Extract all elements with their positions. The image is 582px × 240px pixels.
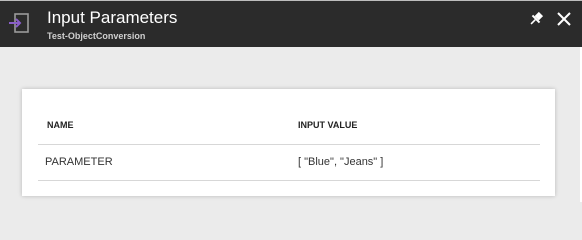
pin-button[interactable] — [527, 10, 545, 28]
close-button[interactable] — [555, 10, 573, 28]
blade-subtitle: Test-ObjectConversion — [47, 31, 146, 41]
input-parameters-icon — [8, 12, 30, 34]
close-icon — [557, 12, 571, 26]
input-parameters-blade: Input Parameters Test-ObjectConversion N… — [0, 0, 582, 202]
column-header-name: NAME — [47, 120, 74, 130]
pin-icon — [530, 11, 544, 25]
blade-header: Input Parameters Test-ObjectConversion — [0, 1, 582, 47]
parameter-name-cell: PARAMETER — [45, 156, 113, 168]
row-divider — [38, 180, 540, 181]
blade-title: Input Parameters — [47, 8, 178, 27]
column-header-input-value: INPUT VALUE — [298, 120, 358, 130]
parameters-card: NAME INPUT VALUE PARAMETER [ "Blue", "Je… — [22, 89, 555, 196]
table-row[interactable]: PARAMETER [ "Blue", "Jeans" ] — [38, 145, 540, 180]
parameter-value-cell: [ "Blue", "Jeans" ] — [298, 156, 384, 168]
